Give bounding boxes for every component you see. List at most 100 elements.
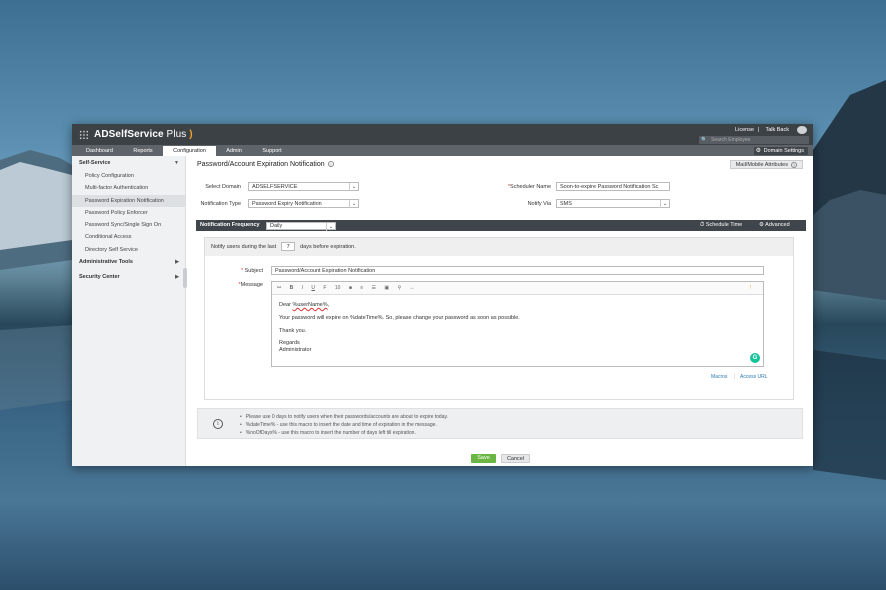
chevron-right-icon: ▶ bbox=[175, 259, 179, 266]
scheduler-name-input[interactable]: Soon-to-expire Password Notification Sc bbox=[556, 182, 670, 191]
list-icon[interactable]: ☰ bbox=[372, 285, 376, 291]
notify-via-dropdown[interactable]: SMS ⌄ bbox=[556, 199, 670, 208]
message-line-3: Regards bbox=[279, 340, 300, 347]
main-nav: Dashboard Reports Configuration Admin Su… bbox=[72, 145, 813, 156]
brand-main: ADSelfService bbox=[94, 129, 164, 140]
brand-logo: ADSelfService Plus ) bbox=[94, 129, 193, 140]
mail-mobile-attributes-button[interactable]: Mail/Mobile Attributes? bbox=[729, 160, 803, 169]
notification-type-dropdown[interactable]: Password Expiry Notification ⌄ bbox=[248, 199, 359, 208]
notification-frequency-bar: Notification Frequency Daily ⌄ ⏱ Schedule… bbox=[196, 220, 806, 231]
bold-button[interactable]: B bbox=[290, 285, 294, 291]
top-header: ADSelfService Plus ) License|Talk Back S… bbox=[72, 124, 813, 145]
notification-form: Notify users during the last 7 days before… bbox=[204, 237, 794, 400]
chevron-down-icon: ⌄ bbox=[326, 222, 335, 231]
hyperlink-icon[interactable]: ⚲ bbox=[398, 285, 402, 291]
sidebar-section-administrative-tools[interactable]: Administrative Tools ▶ bbox=[72, 256, 185, 269]
domain-settings-button[interactable]: Domain Settings bbox=[753, 146, 808, 155]
select-domain-dropdown[interactable]: ADSELFSERVICE ⌄ bbox=[248, 182, 359, 191]
sidebar-item-password-expiration-notification[interactable]: Password Expiration Notification bbox=[72, 194, 185, 207]
sidebar-item-password-sync[interactable]: Password Sync/Single Sign On bbox=[72, 219, 185, 231]
message-greeting: Dear %userName%, bbox=[279, 302, 758, 309]
mail-mobile-label: Mail/Mobile Attributes bbox=[735, 162, 788, 168]
sidebar-item-conditional-access[interactable]: Conditional Access bbox=[72, 231, 185, 243]
cancel-button[interactable]: Cancel bbox=[501, 454, 530, 463]
page-title: Password/Account Expiration Notification… bbox=[197, 161, 334, 168]
license-link[interactable]: License bbox=[735, 127, 754, 133]
macros-link[interactable]: Macros bbox=[711, 374, 727, 380]
sidebar-item-password-policy-enforcer[interactable]: Password Policy Enforcer bbox=[72, 207, 185, 219]
greeting-pre: Dear bbox=[279, 302, 293, 308]
font-size-button[interactable]: 10 bbox=[335, 285, 341, 291]
info-lines: Please use 0 days to notify users when t… bbox=[240, 413, 448, 437]
notify-prefix: Notify users during the last bbox=[211, 244, 277, 250]
info-line-3: %noOfDays% - use this macro to insert th… bbox=[240, 429, 448, 437]
advanced-button[interactable]: ⚙ Advanced bbox=[759, 220, 790, 231]
tab-configuration[interactable]: Configuration bbox=[163, 146, 216, 156]
message-line-4: Administrator bbox=[279, 347, 312, 354]
sidebar-section-self-service[interactable]: Self-Service ▼ bbox=[72, 157, 185, 170]
link-icon[interactable]: ⚯ bbox=[277, 285, 281, 291]
clock-icon: ⏱ bbox=[700, 222, 705, 228]
tab-support[interactable]: Support bbox=[252, 146, 292, 156]
scheduler-name-label: *Scheduler Name bbox=[489, 184, 551, 190]
notification-type-label: Notification Type bbox=[200, 201, 241, 207]
message-body: Dear %userName%, Your password will expi… bbox=[279, 302, 758, 354]
warning-icon: ! bbox=[749, 285, 751, 291]
code-icon[interactable]: ↔ bbox=[410, 285, 415, 291]
chevron-down-icon: ⌄ bbox=[349, 183, 358, 191]
help-icon: ? bbox=[791, 161, 797, 168]
tab-admin[interactable]: Admin bbox=[216, 146, 252, 156]
sidebar-item-directory-self-service[interactable]: Directory Self Service bbox=[72, 244, 185, 256]
talk-back-link[interactable]: Talk Back bbox=[765, 127, 789, 133]
search-employee-input[interactable]: Search Employee bbox=[699, 136, 809, 144]
sidebar: Self-Service ▼ Policy Configuration Multi… bbox=[72, 156, 186, 466]
underline-button[interactable]: U bbox=[311, 285, 315, 291]
frequency-value: Daily bbox=[270, 222, 283, 229]
sidebar-item-policy-configuration[interactable]: Policy Configuration bbox=[72, 170, 185, 182]
main-content: Password/Account Expiration Notification… bbox=[189, 156, 813, 466]
chevron-down-icon: ⌄ bbox=[660, 200, 669, 208]
help-icon[interactable]: ? bbox=[327, 161, 334, 168]
chevron-down-icon: ⌄ bbox=[349, 200, 358, 208]
days-input[interactable]: 7 bbox=[281, 242, 296, 252]
tab-reports[interactable]: Reports bbox=[123, 146, 163, 156]
gear-icon: ⚙ bbox=[759, 222, 764, 228]
user-avatar-icon[interactable] bbox=[797, 126, 807, 134]
notification-type-value: Password Expiry Notification bbox=[252, 201, 322, 207]
italic-button[interactable]: I bbox=[302, 285, 303, 291]
image-icon[interactable]: ▣ bbox=[384, 285, 389, 291]
sidebar-section-label: Security Center bbox=[79, 274, 120, 281]
info-box: i Please use 0 days to notify users when… bbox=[197, 408, 803, 439]
top-links: License | Talk Back bbox=[735, 127, 789, 133]
tab-dashboard[interactable]: Dashboard bbox=[76, 146, 123, 156]
required-marker: * bbox=[240, 268, 244, 274]
app-grid-icon[interactable] bbox=[79, 130, 89, 140]
scheduler-name-label-text: Scheduler Name bbox=[510, 184, 551, 190]
message-line-2: Thank you. bbox=[279, 327, 307, 334]
notify-via-value: SMS bbox=[560, 201, 572, 207]
grammarly-icon[interactable]: G bbox=[750, 353, 760, 363]
app-window: ADSelfService Plus ) License|Talk Back S… bbox=[72, 124, 813, 466]
info-line-2: %dateTime% - use this macro to insert th… bbox=[240, 421, 448, 429]
editor-toolbar: ⚯ B I U F 10 ■ ≡ ☰ ▣ ⚲ ↔ ! bbox=[272, 282, 763, 295]
chevron-down-icon: ▼ bbox=[174, 160, 179, 166]
sidebar-section-security-center[interactable]: Security Center ▶ bbox=[72, 271, 185, 284]
page-title-text: Password/Account Expiration Notification bbox=[197, 161, 325, 168]
save-button[interactable]: Save bbox=[471, 454, 496, 463]
message-editor[interactable]: ⚯ B I U F 10 ■ ≡ ☰ ▣ ⚲ ↔ ! Dear %userNam… bbox=[271, 281, 764, 367]
schedule-time-button[interactable]: ⏱ Schedule Time bbox=[700, 220, 742, 231]
notification-frequency-dropdown[interactable]: Daily ⌄ bbox=[266, 221, 336, 231]
sidebar-item-multi-factor-authentication[interactable]: Multi-factor Authentication bbox=[72, 182, 185, 194]
advanced-label: Advanced bbox=[765, 222, 790, 228]
sidebar-collapse-handle[interactable] bbox=[183, 268, 187, 288]
access-url-link[interactable]: Access URL bbox=[740, 374, 768, 380]
font-family-button[interactable]: F bbox=[323, 285, 326, 291]
sidebar-section-label: Self-Service bbox=[79, 160, 111, 166]
message-label: *Message bbox=[205, 282, 263, 288]
subject-input[interactable]: Password/Account Expiration Notification bbox=[271, 266, 764, 275]
message-line-1: Your password will expire on %dateTime%.… bbox=[279, 314, 520, 321]
brand-swoosh-icon: ) bbox=[189, 129, 193, 140]
links-divider: | bbox=[734, 374, 736, 380]
text-color-icon[interactable]: ■ bbox=[349, 285, 352, 291]
align-icon[interactable]: ≡ bbox=[360, 285, 363, 291]
